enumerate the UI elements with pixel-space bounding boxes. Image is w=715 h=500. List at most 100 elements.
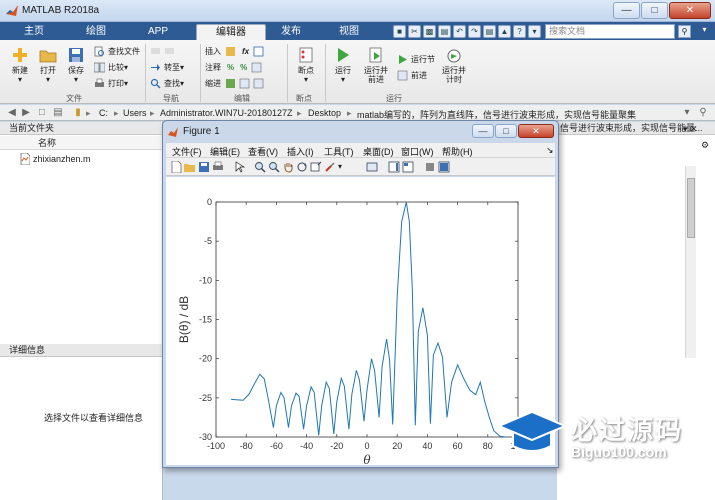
run-and-time-button[interactable]: 运行并 计时 (440, 46, 468, 84)
browse-folder-icon[interactable]: ▤ (52, 107, 64, 119)
find-files-button[interactable]: 查找文件 (94, 46, 140, 57)
help-icon[interactable]: ? (513, 25, 526, 38)
zoom-in-icon[interactable] (254, 161, 266, 173)
path-part-users[interactable]: Users (123, 108, 147, 118)
figure-menu-bar: 文件(F) 编辑(E) 查看(V) 插入(I) 工具(T) 桌面(D) 窗口(W… (166, 143, 555, 158)
menu-desktop[interactable]: 桌面(D) (363, 145, 394, 158)
file-list-item[interactable]: zhixianzhen.m (20, 153, 91, 165)
menu-file[interactable]: 文件(F) (172, 145, 202, 158)
details-header: 详细信息 (0, 344, 162, 357)
search-icon[interactable]: ⚲ (678, 25, 691, 38)
menu-window[interactable]: 窗口(W) (401, 145, 434, 158)
edit-plot-arrow-icon[interactable] (234, 161, 246, 173)
data-cursor-icon[interactable] (310, 161, 322, 173)
insert-legend-icon[interactable] (402, 161, 414, 173)
name-column-header[interactable]: 名称 (0, 136, 162, 150)
folder-open-icon (39, 50, 57, 63)
compare-button[interactable]: 比较 ▾ (94, 62, 128, 73)
zoom-out-icon[interactable] (268, 161, 280, 173)
search-documentation-input[interactable]: 搜索文档 (545, 24, 675, 39)
back-icon[interactable]: ◀ (6, 107, 18, 119)
ribbon-collapse-icon[interactable]: ▾ (698, 25, 711, 38)
tab-home[interactable]: 主页 (8, 24, 60, 40)
undo-quick-icon[interactable]: ↶ (453, 25, 466, 38)
forward-icon[interactable]: ▶ (20, 107, 32, 119)
tab-plots[interactable]: 绘图 (70, 24, 122, 40)
brush-dropdown-icon[interactable]: ▾ (338, 162, 342, 171)
breakpoints-button[interactable]: 断点 ▾ (293, 46, 319, 84)
path-part-user[interactable]: Administrator.WIN7U-20180127Z (160, 108, 293, 118)
run-section-label: 运行节 (411, 55, 435, 64)
run-and-advance-button[interactable]: 运行并 前进 (361, 46, 391, 84)
save-quick-icon[interactable]: ■ (393, 25, 406, 38)
percent-icon[interactable]: % (227, 63, 234, 72)
menu-tools[interactable]: 工具(T) (324, 145, 354, 158)
pan-hand-icon[interactable] (282, 161, 294, 173)
brush-icon[interactable] (324, 161, 336, 173)
find-button[interactable]: 查找 ▾ (150, 78, 184, 89)
tab-apps[interactable]: APP (132, 24, 184, 40)
run-section-button[interactable]: 运行节 (397, 54, 435, 65)
fx-icon[interactable]: fx (242, 47, 249, 56)
figure-minimize-button[interactable]: — (472, 124, 494, 138)
redo-quick-icon[interactable]: ↷ (468, 25, 481, 38)
new-figure-icon[interactable] (170, 161, 182, 173)
rotate-3d-icon[interactable] (296, 161, 308, 173)
help-dropdown-icon[interactable]: ▾ (528, 25, 541, 38)
file-group-label: 文件 (66, 94, 82, 103)
edit-group-label: 编辑 (234, 94, 250, 103)
vertical-scrollbar[interactable] (685, 166, 696, 358)
show-plot-tools-icon[interactable] (438, 161, 450, 173)
path-part-desktop[interactable]: Desktop (308, 108, 341, 118)
run-button[interactable]: 运行 ▾ (331, 46, 355, 84)
insert-button[interactable]: 插入 fx (205, 46, 267, 57)
community-icon[interactable]: ▲ (498, 25, 511, 38)
ribbon-toolbar: 新建 ▾ 打开 ▾ 保存 ▾ 查找文件 比较 ▾ 打印 ▾ 文件 转至 ▾ 查找 ▾ 导航 插… (0, 40, 715, 104)
menu-dock-icon[interactable]: ↘ (546, 145, 554, 156)
comment-button[interactable]: 注释 % % (205, 62, 265, 73)
panel-actions-icon[interactable]: ▾ ✕ (683, 124, 698, 135)
tab-view[interactable]: 视图 (320, 24, 378, 40)
hide-plot-tools-icon[interactable] (424, 161, 436, 173)
goto-button[interactable]: 转至 ▾ (150, 62, 184, 73)
search-path-icon[interactable]: ⚲ (697, 107, 709, 119)
close-button[interactable]: ✕ (669, 2, 711, 19)
save-label: 保存 (68, 66, 84, 75)
nav-disabled-buttons (150, 46, 178, 57)
menu-help[interactable]: 帮助(H) (442, 145, 473, 158)
maximize-button[interactable]: □ (641, 2, 668, 19)
scrollbar-thumb[interactable] (687, 178, 695, 238)
link-plot-icon[interactable] (366, 161, 378, 173)
switch-window-icon[interactable]: ▤ (483, 25, 496, 38)
new-button[interactable]: 新建 ▾ (10, 46, 30, 84)
figure-maximize-button[interactable]: □ (495, 124, 517, 138)
minimize-button[interactable]: — (613, 2, 640, 19)
comment-disabled-icon-2 (165, 48, 174, 54)
figure-close-button[interactable]: ✕ (518, 124, 554, 138)
y-tick-label: 0 (207, 197, 212, 207)
tab-publish[interactable]: 发布 (262, 24, 320, 40)
panel-settings-icon[interactable]: ⚙ (701, 140, 709, 151)
path-part-drive[interactable]: C: (99, 108, 108, 118)
menu-insert[interactable]: 插入(I) (287, 145, 314, 158)
run-label: 运行 (335, 66, 351, 75)
print-button[interactable]: 打印 ▾ (94, 78, 128, 89)
save-figure-icon[interactable] (198, 161, 210, 173)
up-folder-icon[interactable]: □ (36, 107, 48, 119)
percent-uncomment-icon[interactable]: % (240, 63, 247, 72)
paste-quick-icon[interactable]: ▤ (438, 25, 451, 38)
open-button[interactable]: 打开 ▾ (36, 46, 60, 84)
insert-section-icon (226, 47, 235, 56)
tab-editor[interactable]: 编辑器 (196, 24, 266, 40)
open-file-icon[interactable] (184, 161, 196, 173)
save-button[interactable]: 保存 ▾ (64, 46, 88, 84)
cut-quick-icon[interactable]: ✂ (408, 25, 421, 38)
indent-button[interactable]: 缩进 (205, 78, 267, 89)
advance-button[interactable]: 前进 (397, 70, 427, 81)
menu-view[interactable]: 查看(V) (248, 145, 278, 158)
print-figure-icon[interactable] (212, 161, 224, 173)
path-dropdown-icon[interactable]: ▾ (681, 107, 693, 119)
copy-quick-icon[interactable]: ▩ (423, 25, 436, 38)
insert-colorbar-icon[interactable] (388, 161, 400, 173)
menu-edit[interactable]: 编辑(E) (210, 145, 240, 158)
